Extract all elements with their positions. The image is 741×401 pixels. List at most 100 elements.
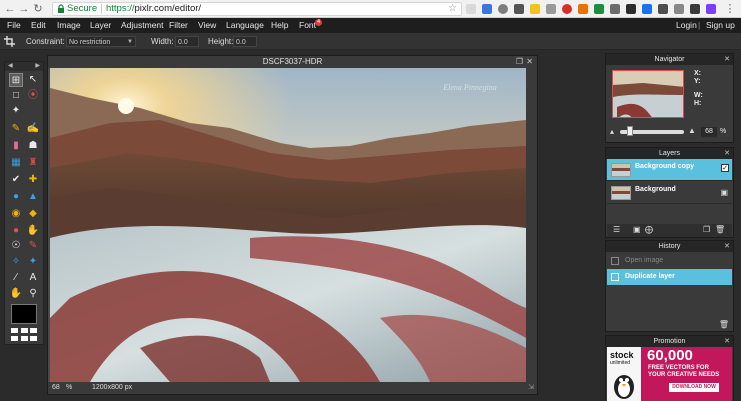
extension-icon-3[interactable] <box>498 4 508 14</box>
primary-color-swatch[interactable] <box>11 304 37 324</box>
color-picker-tool[interactable]: ✔ <box>9 173 23 187</box>
menu-image[interactable]: Image <box>57 18 81 33</box>
extension-icon-2[interactable] <box>482 4 492 14</box>
bookmark-star-icon[interactable]: ☆ <box>448 3 457 15</box>
extension-icon-16[interactable] <box>706 4 716 14</box>
layer-visibility-checkbox[interactable]: ✓ <box>721 164 729 172</box>
paint-bucket-tool[interactable]: ☗ <box>26 139 40 153</box>
lasso-tool[interactable]: ⦿ <box>26 89 40 103</box>
line-tool[interactable]: ∕ <box>9 271 23 285</box>
layers-header[interactable]: Layers ✕ <box>606 148 733 159</box>
move-tool[interactable]: ↖ <box>26 73 40 87</box>
zoom-value[interactable]: 68 <box>52 382 60 394</box>
eraser-tool[interactable]: ▮ <box>9 139 23 153</box>
extension-icon-6[interactable] <box>546 4 556 14</box>
constraint-select[interactable]: No restriction ▼ <box>66 36 136 47</box>
sharpen-tool[interactable]: ▲ <box>26 190 40 204</box>
zoom-tool[interactable]: ⚲ <box>26 287 40 301</box>
sponge-tool[interactable]: ◉ <box>9 207 23 221</box>
extension-icon-15[interactable] <box>690 4 700 14</box>
menu-layer[interactable]: Layer <box>90 18 111 33</box>
pencil-tool[interactable]: ✎ <box>9 122 23 136</box>
promo-download-button[interactable]: DOWNLOAD NOW <box>669 383 719 392</box>
extension-icon-7[interactable] <box>562 4 572 14</box>
forward-icon[interactable]: → <box>18 2 30 16</box>
tools-header[interactable]: ◀ ▶ <box>5 62 43 71</box>
menu-edit[interactable]: Edit <box>31 18 46 33</box>
menu-file[interactable]: File <box>7 18 21 33</box>
extension-icon-1[interactable] <box>466 4 476 14</box>
layer-mask-icon[interactable]: ▣ <box>633 225 641 234</box>
menu-filter[interactable]: Filter <box>169 18 188 33</box>
promotion-header[interactable]: Promotion ✕ <box>606 336 733 347</box>
collapse-right-icon[interactable]: ▶ <box>35 62 40 71</box>
smudge-tool[interactable]: ✋ <box>26 224 40 238</box>
extension-icon-9[interactable] <box>594 4 604 14</box>
height-input[interactable]: 0.0 <box>233 36 257 47</box>
trash-icon[interactable]: 🗑 <box>715 225 725 234</box>
extension-icon-4[interactable] <box>514 4 524 14</box>
navigator-zoom-input[interactable]: 68 <box>701 127 717 137</box>
navigator-header[interactable]: Navigator ✕ <box>606 54 733 65</box>
address-bar[interactable]: Secure https://pixlr.com/editor/ ☆ <box>52 2 462 16</box>
redeye-tool[interactable]: ✚ <box>26 173 40 187</box>
menu-help[interactable]: Help <box>271 18 288 33</box>
burn-tool[interactable]: ◆ <box>26 207 40 221</box>
new-layer-icon[interactable]: ⨁ <box>645 225 653 234</box>
layer-settings-icon[interactable]: ☰ <box>613 225 620 234</box>
navigator-close-icon[interactable]: ✕ <box>724 54 730 65</box>
red-eye-tool[interactable]: ☉ <box>9 239 23 253</box>
browser-menu-icon[interactable]: ⋮ <box>724 2 736 16</box>
menu-adjustment[interactable]: Adjustment <box>121 18 164 33</box>
menu-view[interactable]: View <box>198 18 216 33</box>
hand-tool[interactable]: ✋ <box>9 287 23 301</box>
brush-tool[interactable]: ✍ <box>26 122 40 136</box>
canvas-scrollbar[interactable] <box>526 68 537 382</box>
zoom-out-icon[interactable]: ▴ <box>610 127 614 136</box>
close-icon[interactable]: ✕ <box>526 56 533 68</box>
layer-row-background-copy[interactable]: Background copy ✓ <box>607 159 732 181</box>
history-header[interactable]: History ✕ <box>606 241 733 252</box>
spot-heal-tool[interactable]: ✎ <box>26 239 40 253</box>
duplicate-layer-icon[interactable]: ❐ <box>703 225 710 234</box>
canvas-image[interactable]: Elena Pinnegina <box>50 68 526 382</box>
extension-icon-5[interactable] <box>530 4 540 14</box>
extension-icon-13[interactable] <box>658 4 668 14</box>
history-close-icon[interactable]: ✕ <box>724 241 730 252</box>
width-input[interactable]: 0.0 <box>175 36 199 47</box>
navigator-thumbnail[interactable] <box>612 70 684 118</box>
magic-wand-tool[interactable]: ✦ <box>9 104 23 118</box>
bloat-tool[interactable]: ✧ <box>9 255 23 269</box>
type-tool[interactable]: A <box>26 271 40 285</box>
resize-grip-icon[interactable]: ⇲ <box>528 382 534 394</box>
layers-close-icon[interactable]: ✕ <box>724 148 730 159</box>
promotion-ad[interactable]: stock unlimited 60,000 FREE VECTORS FOR … <box>607 347 732 401</box>
zoom-slider-handle[interactable] <box>626 126 633 136</box>
marquee-tool[interactable]: □ <box>9 89 23 103</box>
menu-language[interactable]: Language <box>226 18 264 33</box>
color-grid-icon[interactable] <box>11 328 37 342</box>
restore-icon[interactable]: ❐ <box>516 56 523 68</box>
layer-row-background[interactable]: Background ▣ <box>607 182 732 204</box>
extension-icon-12[interactable] <box>642 4 652 14</box>
dodge-tool[interactable]: ● <box>9 224 23 238</box>
pinch-tool[interactable]: ✦ <box>26 255 40 269</box>
extension-icon-10[interactable] <box>610 4 620 14</box>
history-item-open-image[interactable]: Open image <box>607 253 732 269</box>
promotion-close-icon[interactable]: ✕ <box>724 336 730 347</box>
menu-font[interactable]: Font <box>299 18 316 33</box>
extension-icon-11[interactable] <box>626 4 636 14</box>
history-item-duplicate-layer[interactable]: Duplicate layer <box>607 269 732 285</box>
gradient-tool[interactable]: ▦ <box>9 156 23 170</box>
reload-icon[interactable]: ↻ <box>32 2 44 16</box>
collapse-left-icon[interactable]: ◀ <box>8 62 13 71</box>
stamp-tool[interactable]: ♜ <box>26 156 40 170</box>
signup-link[interactable]: Sign up <box>706 18 735 33</box>
document-title-bar[interactable]: DSCF3037-HDR ❐ ✕ <box>48 56 537 68</box>
zoom-in-icon[interactable]: ▲ <box>688 126 696 135</box>
extension-icon-14[interactable] <box>674 4 684 14</box>
back-icon[interactable]: ← <box>4 2 16 16</box>
drop-tool[interactable]: ● <box>9 190 23 204</box>
crop-tool[interactable]: ⊞ <box>9 73 23 87</box>
extension-icon-8[interactable] <box>578 4 588 14</box>
